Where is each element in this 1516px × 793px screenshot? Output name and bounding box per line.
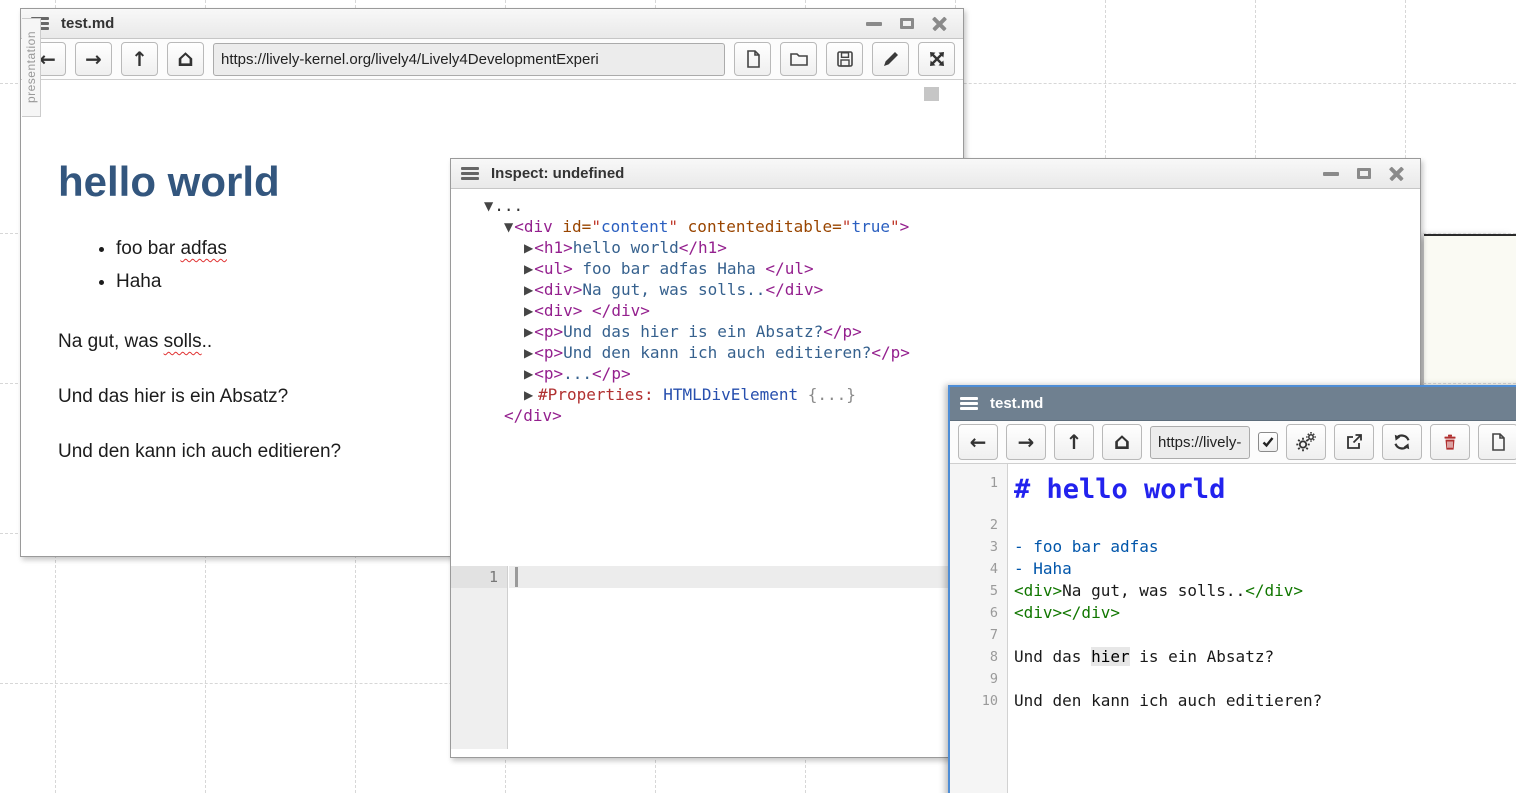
url-input[interactable] [213,43,725,76]
save-icon [835,49,855,69]
code-line[interactable]: # hello world [1008,472,1225,508]
line-number: 1 [950,472,1008,494]
minimize-button[interactable] [1323,172,1339,176]
back-icon: ← [970,432,987,452]
open-folder-button[interactable] [780,42,817,76]
forward-button[interactable]: → [75,42,112,76]
line-number: 9 [950,668,1008,690]
new-file-icon [743,49,763,69]
home-icon: ⌂ [177,48,193,71]
close-button[interactable] [1389,166,1404,181]
new-file-icon [1488,432,1508,452]
titlebar[interactable]: test.md [21,9,963,39]
back-button[interactable]: ← [958,424,998,460]
code-line[interactable]: - foo bar adfas [1008,536,1159,558]
code-line[interactable]: Und das hier is ein Absatz? [1008,646,1274,668]
editor-lines: 1# hello world23- foo bar adfas4- Haha5<… [950,472,1516,712]
maximize-button[interactable] [1357,168,1371,179]
presentation-tab-label: presentation [24,31,38,103]
pencil-icon [881,49,901,69]
presentation-tab[interactable]: presentation [22,18,41,117]
reload-button[interactable] [1382,424,1422,460]
dom-tree-row[interactable]: ▶<div>Na gut, was solls..</div> [451,279,1420,300]
home-button[interactable]: ⌂ [167,42,204,76]
minimize-button[interactable] [866,22,882,26]
partial-window-right-edge[interactable] [1424,234,1516,387]
desktop: test.md ← → ↑ ⌂ [0,0,1516,793]
window-title: test.md [990,395,1043,412]
scrollbar-thumb[interactable] [924,87,939,101]
line-number: 5 [950,580,1008,602]
dom-tree-row[interactable]: ▶<p>Und den kann ich auch editieren?</p> [451,342,1420,363]
gears-icon [1295,431,1317,453]
up-icon: ↑ [1066,432,1083,452]
line-number: 8 [950,646,1008,668]
auto-update-checkbox[interactable] [1258,432,1278,452]
back-icon: ← [39,49,56,69]
editor-gutter: 1 [451,566,508,749]
line-number: 2 [950,514,1008,536]
titlebar[interactable]: test.md [950,387,1516,421]
trash-icon [1440,432,1460,452]
text-cursor [515,567,518,587]
new-file-button[interactable] [734,42,771,76]
line-number: 3 [950,536,1008,558]
dom-tree-row[interactable]: ▶<h1>hello world</h1> [451,237,1420,258]
up-button[interactable]: ↑ [1054,424,1094,460]
line-number: 10 [950,690,1008,712]
open-external-button[interactable] [1334,424,1374,460]
expand-icon [927,49,947,69]
titlebar[interactable]: Inspect: undefined [451,159,1420,189]
dom-tree-row[interactable]: ▶<ul> foo bar adfas Haha </ul> [451,258,1420,279]
code-line[interactable]: Und den kann ich auch editieren? [1008,690,1322,712]
code-line[interactable]: <div></div> [1008,602,1120,624]
delete-button[interactable] [1430,424,1470,460]
navigation-toolbar: ← → ↑ ⌂ [21,39,963,80]
home-icon: ⌂ [1114,431,1130,454]
line-number: 1 [451,566,507,588]
edit-button[interactable] [872,42,909,76]
dom-tree-row[interactable]: ▼<div id="content" contenteditable="true… [451,216,1420,237]
external-link-icon [1344,432,1364,452]
check-icon [1261,435,1275,449]
window-title: test.md [61,15,114,32]
forward-icon: → [85,49,102,69]
save-button[interactable] [826,42,863,76]
dom-tree-row[interactable]: ▶<p>...</p> [451,363,1420,384]
expand-button[interactable] [918,42,955,76]
menu-icon[interactable] [461,167,479,170]
forward-icon: → [1018,432,1035,452]
up-button[interactable]: ↑ [121,42,158,76]
new-file-button[interactable] [1478,424,1516,460]
code-line[interactable]: - Haha [1008,558,1072,580]
forward-button[interactable]: → [1006,424,1046,460]
window-markdown-source: test.md ← → ↑ ⌂ [948,385,1516,793]
line-number: 7 [950,624,1008,646]
line-number: 4 [950,558,1008,580]
navigation-toolbar: ← → ↑ ⌂ [950,421,1516,464]
dom-tree-row[interactable]: ▼... [451,195,1420,216]
close-button[interactable] [932,16,947,31]
dom-tree-row[interactable]: ▶<p>Und das hier is ein Absatz?</p> [451,321,1420,342]
source-editor[interactable]: 1# hello world23- foo bar adfas4- Haha5<… [950,464,1516,793]
menu-icon[interactable] [960,397,978,400]
url-input[interactable] [1150,426,1250,459]
up-icon: ↑ [131,49,148,69]
home-button[interactable]: ⌂ [1102,424,1142,460]
window-title: Inspect: undefined [491,165,624,182]
settings-button[interactable] [1286,424,1326,460]
code-line[interactable]: <div>Na gut, was solls..</div> [1008,580,1303,602]
dom-tree-row[interactable]: ▶<div> </div> [451,300,1420,321]
line-number: 6 [950,602,1008,624]
folder-icon [789,49,809,69]
maximize-button[interactable] [900,18,914,29]
refresh-icon [1392,432,1412,452]
